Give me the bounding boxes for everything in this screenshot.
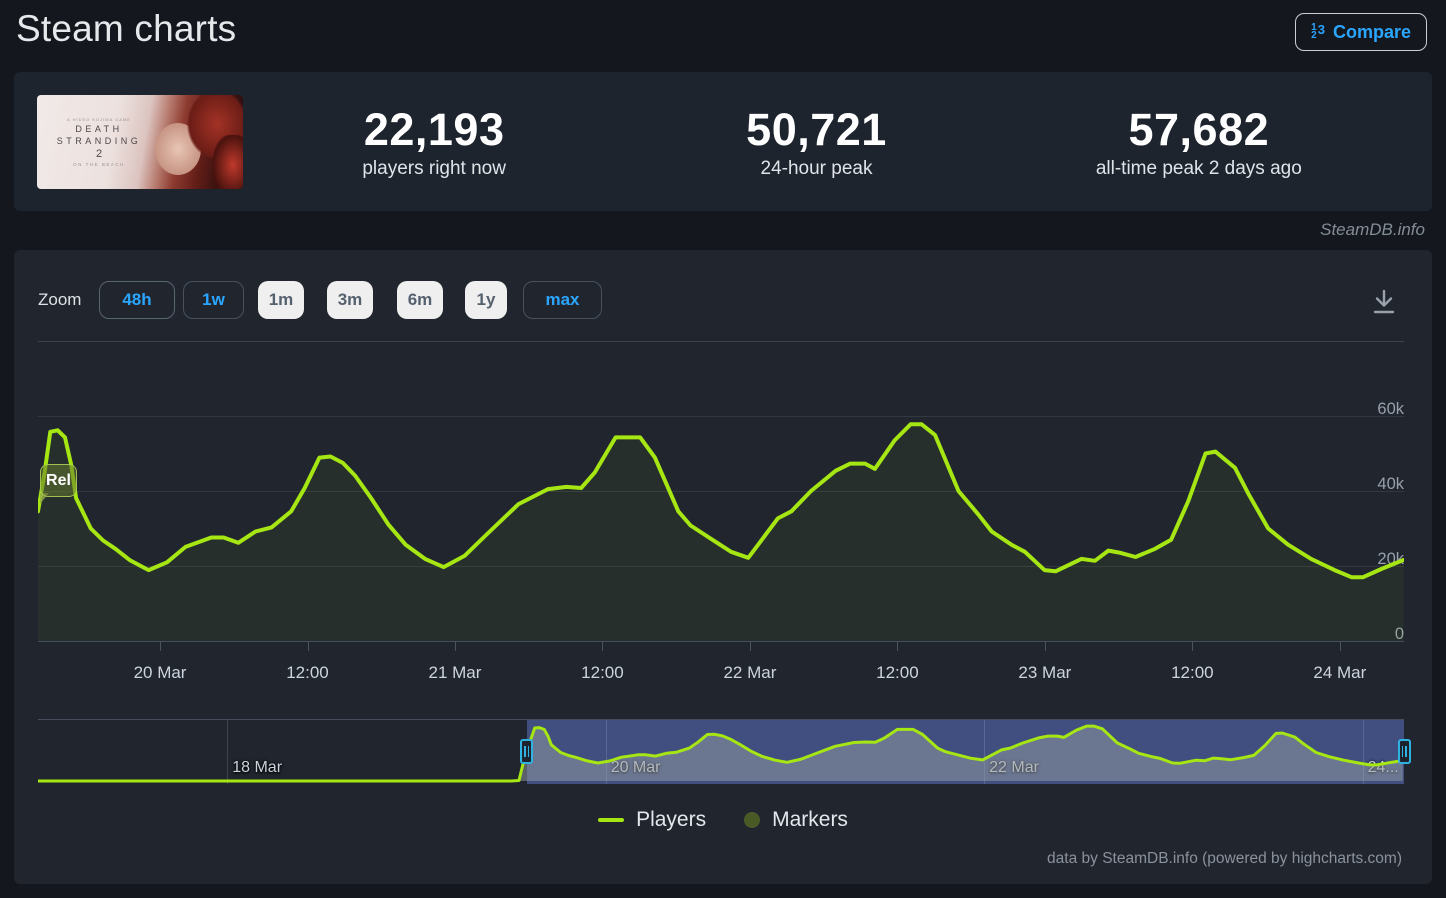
range-button-1w[interactable]: 1w [183, 281, 244, 319]
x-tick [1339, 641, 1341, 651]
page-title: Steam charts [16, 8, 237, 49]
navigator-left-handle[interactable] [520, 739, 534, 764]
capsule-number: 2 [95, 147, 103, 160]
x-axis-line [38, 641, 1404, 642]
range-button-1m: 1m [258, 281, 304, 319]
stat-value: 22,193 [363, 103, 505, 155]
stat-block: 22,193 players right now [243, 104, 625, 180]
navigator-right-handle[interactable] [1397, 739, 1411, 764]
legend-circle-swatch [744, 812, 761, 828]
legend-line-swatch [598, 818, 625, 822]
x-tick [1192, 641, 1194, 651]
range-button-48h[interactable]: 48h [99, 281, 175, 319]
navigator-mini-chart[interactable] [38, 719, 1404, 784]
x-tick [1044, 641, 1046, 651]
x-tick [749, 641, 751, 651]
x-tick [160, 641, 162, 651]
highcharts-credits[interactable]: data by SteamDB.info (powered by highcha… [1047, 850, 1402, 868]
stats-row: 22,193 players right now 50,721 24-hour p… [243, 104, 1390, 180]
capsule-tagline: A HIDEO KOJIMA GAME [67, 116, 131, 122]
compare-fraction-icon: 123 [1311, 21, 1325, 41]
chart-legend: Players Markers [14, 808, 1432, 832]
x-tick [307, 641, 309, 651]
x-axis-label: 12:00 [286, 663, 329, 682]
range-button-max[interactable]: max [523, 281, 602, 319]
players-chart-panel: Zoom 48h1w1m3m6m1ymax 60k40k20k020 Mar12… [14, 250, 1432, 884]
player-stats-panel: A HIDEO KOJIMA GAME DEATH STRANDING 2 ON… [14, 72, 1432, 211]
download-chart-button[interactable] [1370, 288, 1398, 316]
x-axis-label: 12:00 [1171, 663, 1214, 682]
legend-label: Players [636, 808, 707, 831]
stat-label: players right now [362, 157, 506, 179]
capsule-title: DEATH [75, 123, 123, 134]
players-area-fill [38, 424, 1404, 641]
players-line-chart[interactable] [38, 341, 1404, 641]
stat-block: 50,721 24-hour peak [625, 104, 1007, 180]
stat-value: 57,682 [1128, 103, 1270, 155]
stat-label: all-time peak 2 days ago [1095, 157, 1302, 179]
x-axis-label: 22 Mar [723, 663, 777, 682]
stat-label: 24-hour peak [760, 157, 873, 179]
x-tick [602, 641, 604, 651]
steamdb-watermark: SteamDB.info [1320, 220, 1425, 239]
x-tick [454, 641, 456, 651]
x-axis-label: 24 Mar [1313, 663, 1367, 682]
legend-item-markers[interactable]: Markers [744, 808, 848, 832]
game-capsule-image[interactable]: A HIDEO KOJIMA GAME DEATH STRANDING 2 ON… [37, 94, 243, 189]
x-tick [897, 641, 899, 651]
capsule-title: STRANDING [56, 135, 142, 146]
legend-item-players[interactable]: Players [598, 808, 706, 832]
x-axis-label: 20 Mar [133, 663, 187, 682]
x-axis-label: 12:00 [581, 663, 624, 682]
zoom-label: Zoom [38, 290, 82, 309]
compare-button-label: Compare [1332, 21, 1411, 42]
stat-value: 50,721 [746, 103, 887, 155]
x-axis-label: 12:00 [876, 663, 919, 682]
range-button-1y: 1y [465, 281, 507, 319]
top-bar: Steam charts 123 Compare [0, 0, 1446, 72]
release-flag[interactable]: Rel [40, 464, 77, 497]
x-axis-label: 23 Mar [1018, 663, 1072, 682]
capsule-art [213, 134, 243, 189]
compare-button[interactable]: 123 Compare [1295, 13, 1427, 51]
legend-label: Markers [772, 808, 848, 831]
x-axis-label: 21 Mar [428, 663, 482, 682]
download-icon [1373, 289, 1395, 314]
capsule-subtitle: ON THE BEACH [73, 161, 125, 167]
stat-block: 57,682 all-time peak 2 days ago [1008, 104, 1390, 180]
range-button-3m: 3m [327, 281, 373, 319]
range-button-6m: 6m [397, 281, 443, 319]
capsule-title-block: A HIDEO KOJIMA GAME DEATH STRANDING 2 ON… [45, 95, 153, 189]
